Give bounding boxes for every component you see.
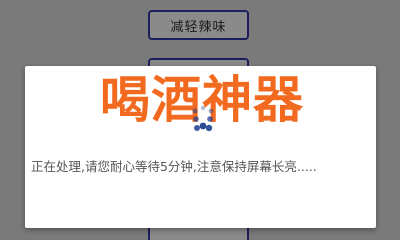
progress-message: 正在处理,请您耐心等待5分钟,注意保持屏幕长亮..... [31, 159, 317, 174]
screen: 减轻辣味 喝酒神器 正在处理,请您耐心等待5分钟,注意保持屏幕长亮..... [0, 0, 400, 240]
reduce-spiciness-button[interactable]: 减轻辣味 [148, 10, 249, 40]
loading-spinner-icon [192, 105, 214, 132]
